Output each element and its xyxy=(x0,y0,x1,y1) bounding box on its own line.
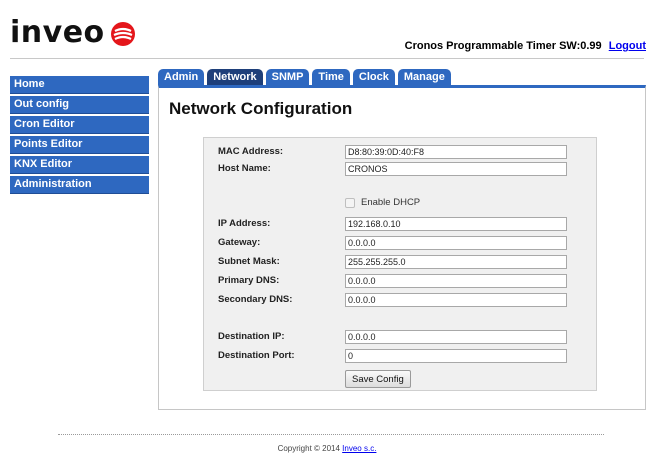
sidebar-item-out-config[interactable]: Out config xyxy=(10,96,149,114)
tab-time[interactable]: Time xyxy=(312,69,350,85)
gateway-field[interactable] xyxy=(345,236,567,250)
host-name-field[interactable] xyxy=(345,162,567,176)
destination-port-field[interactable] xyxy=(345,349,567,363)
dhcp-toggle[interactable]: Enable DHCP xyxy=(345,197,420,208)
save-config-button[interactable]: Save Config xyxy=(345,370,411,388)
sidebar: Home Out config Cron Editor Points Edito… xyxy=(10,76,149,196)
network-form: MAC Address: Host Name: Enable DHCP IP A… xyxy=(203,137,597,391)
primary-dns-label: Primary DNS: xyxy=(218,275,280,286)
host-label: Host Name: xyxy=(218,163,271,174)
secondary-dns-label: Secondary DNS: xyxy=(218,294,293,305)
mac-label: MAC Address: xyxy=(218,146,284,157)
sidebar-item-points-editor[interactable]: Points Editor xyxy=(10,136,149,154)
tab-clock[interactable]: Clock xyxy=(352,69,395,85)
tab-manage[interactable]: Manage xyxy=(397,69,451,85)
tab-snmp[interactable]: SNMP xyxy=(265,69,310,85)
logo: inveo xyxy=(10,18,136,48)
tab-admin[interactable]: Admin xyxy=(158,69,205,85)
sidebar-item-knx-editor[interactable]: KNX Editor xyxy=(10,156,149,174)
dhcp-checkbox[interactable] xyxy=(345,197,355,208)
tab-network[interactable]: Network xyxy=(207,69,263,85)
logo-text: inveo xyxy=(10,15,105,50)
mac-address-field[interactable] xyxy=(345,145,567,159)
product-info: Cronos Programmable Timer SW:0.99 xyxy=(404,40,602,52)
inveo-logo-icon xyxy=(110,22,135,46)
page-title: Network Configuration xyxy=(169,99,353,118)
gateway-label: Gateway: xyxy=(218,237,261,248)
top-info: Cronos Programmable Timer SW:0.99 Logout xyxy=(405,40,646,52)
logout-link[interactable]: Logout xyxy=(609,40,646,52)
main-panel: Network Configuration MAC Address: Host … xyxy=(158,85,646,410)
company-link[interactable]: Inveo s.c. xyxy=(342,444,376,453)
secondary-dns-field[interactable] xyxy=(345,293,567,307)
primary-dns-field[interactable] xyxy=(345,274,567,288)
footer: Copyright © 2014 Inveo s.c. xyxy=(0,444,654,453)
copyright-text: Copyright © 2014 xyxy=(277,444,340,453)
dest-ip-label: Destination IP: xyxy=(218,331,285,342)
dhcp-label: Enable DHCP xyxy=(361,197,421,208)
ip-label: IP Address: xyxy=(218,218,271,229)
destination-ip-field[interactable] xyxy=(345,330,567,344)
sidebar-item-cron-editor[interactable]: Cron Editor xyxy=(10,116,149,134)
subnet-mask-field[interactable] xyxy=(345,255,567,269)
sidebar-item-administration[interactable]: Administration xyxy=(10,176,149,194)
ip-address-field[interactable] xyxy=(345,217,567,231)
tab-bar: Admin Network SNMP Time Clock Manage xyxy=(158,69,454,85)
header-divider xyxy=(10,58,644,59)
subnet-label: Subnet Mask: xyxy=(218,256,280,267)
dest-port-label: Destination Port: xyxy=(218,350,295,361)
footer-divider xyxy=(58,434,604,435)
sidebar-item-home[interactable]: Home xyxy=(10,76,149,94)
